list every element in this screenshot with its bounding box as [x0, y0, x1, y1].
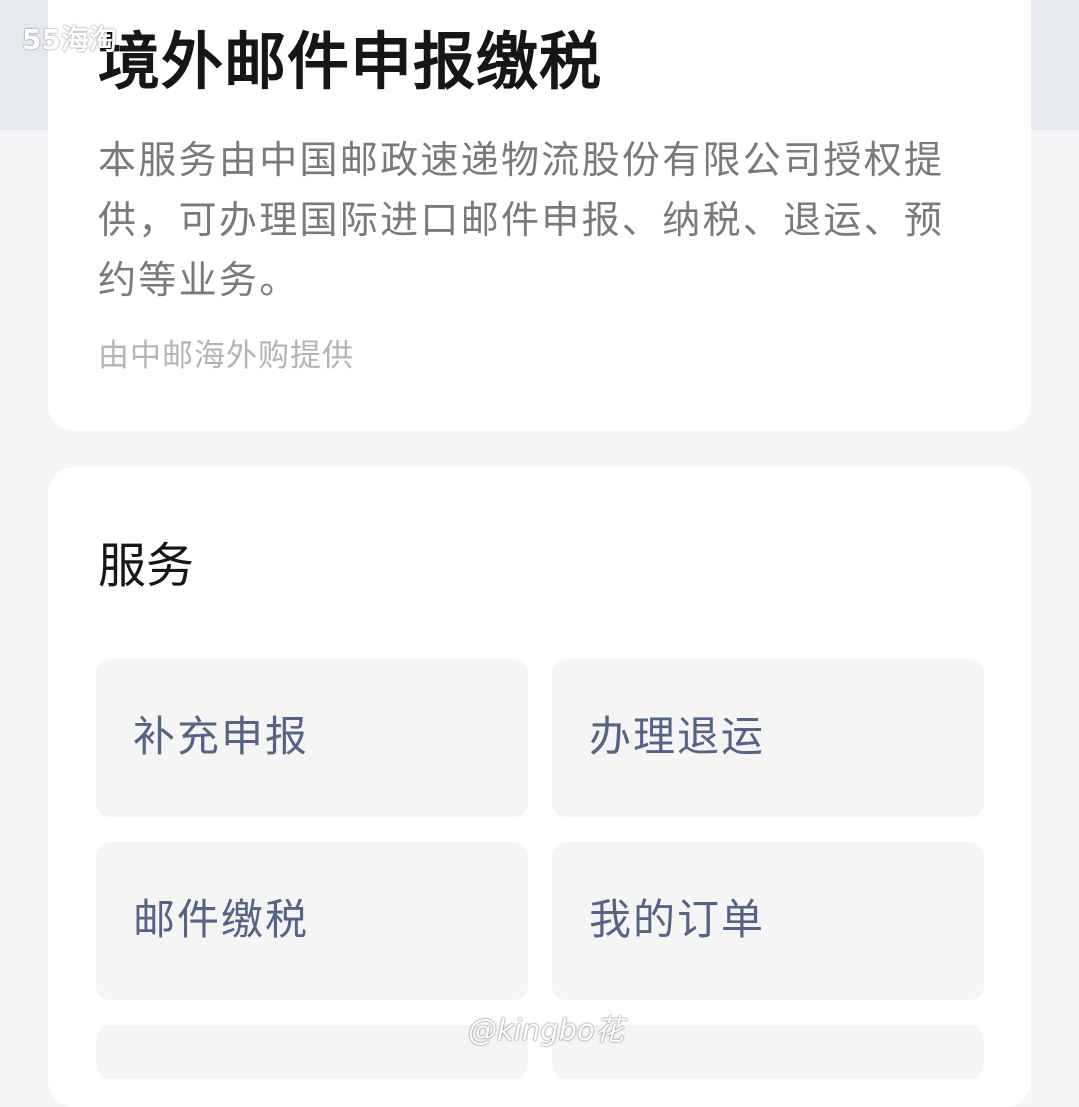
service-tile-label: 我的订单 [589, 895, 766, 944]
service-description: 本服务由中国邮政速递物流股份有限公司授权提供，可办理国际进口邮件申报、纳税、退运… [98, 138, 945, 302]
pay-mail-tax-button[interactable]: 邮件缴税 [96, 842, 528, 1000]
my-orders-button[interactable]: 我的订单 [552, 842, 984, 1000]
watermark-bottom: @kingbo花 [468, 1013, 624, 1047]
service-tile-label: 邮件缴税 [133, 895, 310, 944]
service-tile-label: 办理退运 [589, 712, 766, 761]
provider-note: 由中邮海外购提供 [98, 338, 354, 374]
watermark-top: 55海淘 [22, 23, 117, 56]
services-section-title: 服务 [98, 538, 195, 594]
service-tile-partial[interactable] [96, 1025, 528, 1079]
return-shipment-button[interactable]: 办理退运 [552, 659, 984, 817]
supplementary-declaration-button[interactable]: 补充申报 [96, 659, 528, 817]
page-title: 境外邮件申报缴税 [98, 25, 603, 98]
service-tile-label: 补充申报 [133, 712, 310, 761]
